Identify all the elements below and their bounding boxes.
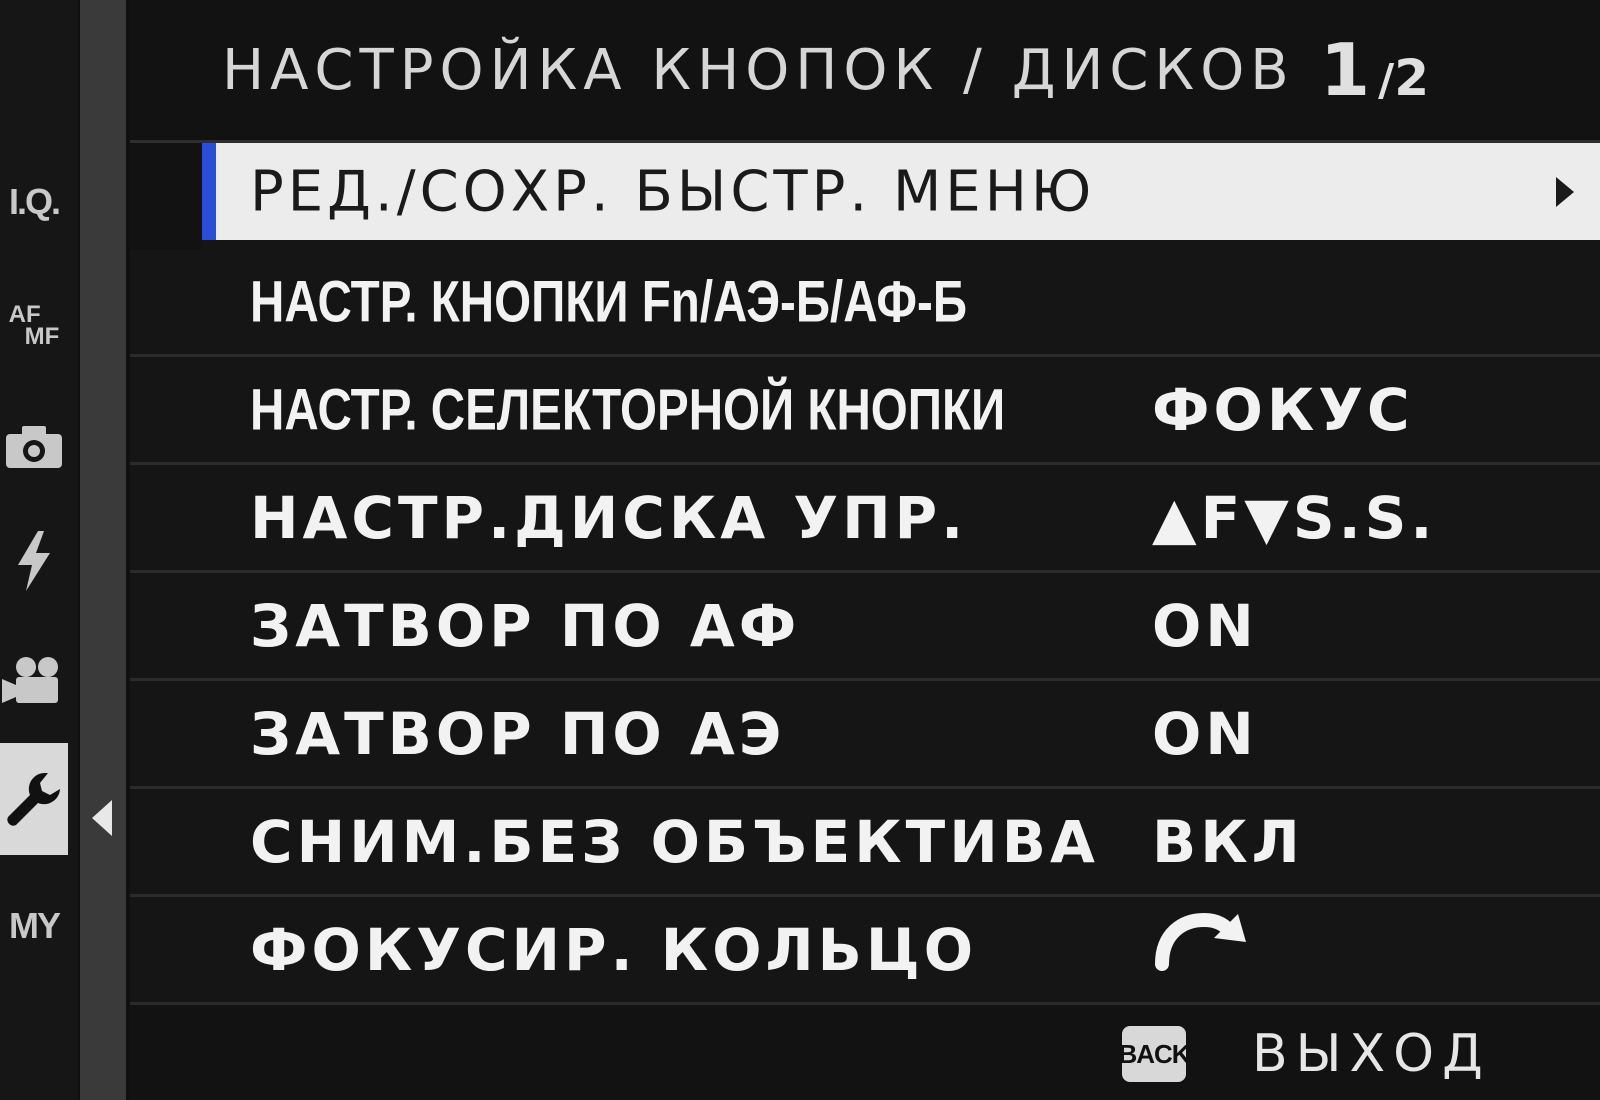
flash-icon [18,531,50,591]
menu-item-af-shutter[interactable]: ЗАТВОР ПО АФ ON [130,573,1600,681]
menu-item-label: ЗАТВОР ПО АФ [250,591,801,660]
menu-item-label: ФОКУСИР. КОЛЬЦО [250,915,977,984]
menu-item-value: ON [1152,699,1258,768]
menu-item-label: ЗАТВОР ПО АЭ [250,699,786,768]
page-title: НАСТРОЙКА КНОПОК / ДИСКОВ [222,38,1295,103]
tab-setup[interactable] [0,743,68,855]
menu-item-label: СНИМ.БЕЗ ОБЪЕКТИВА [250,807,1099,876]
menu-item-value: ON [1152,591,1258,660]
menu-item-label: НАСТР. КНОПКИ Fn/АЭ-Б/АФ-Б [250,269,968,334]
tab-flash[interactable] [0,505,68,617]
menu-item-value: ФОКУС [1152,375,1414,444]
movie-camera-icon [2,657,58,703]
menu-item-label: НАСТР. СЕЛЕКТОРНОЙ КНОПКИ [250,377,1006,442]
page-indicator: 1/2 [1320,28,1429,112]
image-quality-icon: I.Q. [8,181,61,222]
menu-item-label: РЕД./СОХР. БЫСТР. МЕНЮ [250,159,1096,224]
camera-menu-screen: I.Q. AF MF MY НАСТРОЙКА КНОПОК / ДИСКОВ … [0,0,1600,1100]
tab-movie[interactable] [0,625,68,737]
af-mf-icon: AF MF [8,301,60,350]
camera-icon [6,426,62,468]
menu-tab-bar: I.Q. AF MF MY [0,0,78,1100]
menu-panel: НАСТРОЙКА КНОПОК / ДИСКОВ 1/2 РЕД./СОХР.… [130,0,1600,1100]
menu-header: НАСТРОЙКА КНОПОК / ДИСКОВ 1/2 [130,0,1600,143]
menu-footer: BACK ВЫХОД [130,1008,1600,1100]
menu-item-shoot-without-lens[interactable]: СНИМ.БЕЗ ОБЪЕКТИВА ВКЛ [130,789,1600,897]
menu-list: РЕД./СОХР. БЫСТР. МЕНЮ НАСТР. КНОПКИ Fn/… [130,143,1600,1005]
menu-item-fn-ae-af-buttons[interactable]: НАСТР. КНОПКИ Fn/АЭ-Б/АФ-Б [130,249,1600,357]
menu-item-focus-ring[interactable]: ФОКУСИР. КОЛЬЦО [130,897,1600,1005]
menu-item-label: НАСТР.ДИСКА УПР. [250,483,968,552]
left-arrow-icon[interactable] [92,800,112,836]
tab-shooting[interactable] [0,390,68,502]
menu-item-ae-shutter[interactable]: ЗАТВОР ПО АЭ ON [130,681,1600,789]
tab-af-mf[interactable]: AF MF [0,270,68,382]
tab-image-quality[interactable]: I.Q. [0,146,68,258]
menu-item-command-dial[interactable]: НАСТР.ДИСКА УПР. ▲F▼S.S. [130,465,1600,573]
back-button[interactable]: BACK [1118,1026,1191,1082]
menu-item-selector-button[interactable]: НАСТР. СЕЛЕКТОРНОЙ КНОПКИ ФОКУС [130,357,1600,465]
tab-my-menu[interactable]: MY [0,870,68,982]
wrench-icon [7,773,60,826]
exit-label: ВЫХОД [1252,1024,1491,1084]
menu-item-value: ВКЛ [1152,807,1304,876]
menu-item-value: ▲F▼S.S. [1152,483,1437,552]
tab-divider [80,0,126,1100]
my-menu-icon: MY [9,905,61,946]
clockwise-arrow-icon [1152,912,1248,988]
chevron-right-icon [1556,176,1574,207]
menu-item-edit-quick-menu[interactable]: РЕД./СОХР. БЫСТР. МЕНЮ [202,143,1600,249]
